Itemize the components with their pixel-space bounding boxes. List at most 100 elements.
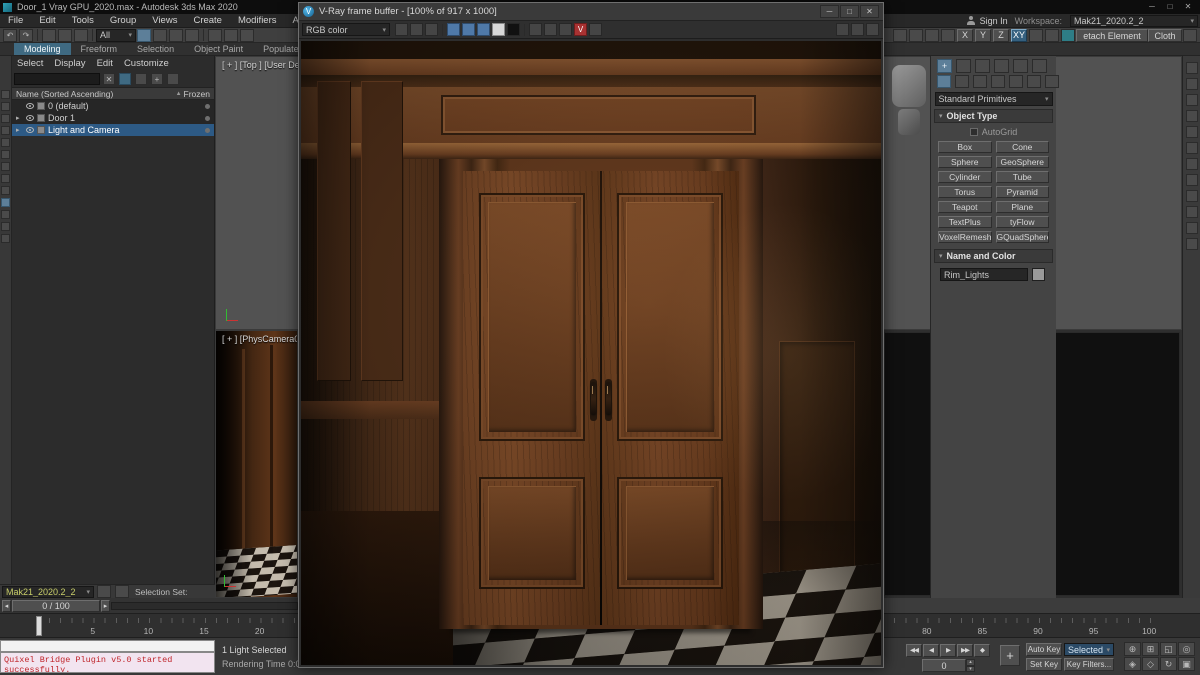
tab-hierarchy-icon[interactable]	[975, 59, 990, 73]
axis-z-button[interactable]: Z	[993, 28, 1009, 42]
unlink-icon[interactable]	[58, 28, 72, 42]
category-helpers-icon[interactable]	[1009, 75, 1023, 88]
select-object-icon[interactable]	[137, 28, 151, 42]
current-frame-marker[interactable]	[36, 616, 42, 636]
toolbar-icon[interactable]	[1185, 206, 1198, 218]
zoom-extents-icon[interactable]: ◱	[1160, 642, 1177, 656]
menu-item[interactable]: Group	[102, 15, 144, 26]
vray-render-last-icon[interactable]: V	[574, 23, 587, 36]
time-slider-handle[interactable]: 0 / 100	[12, 599, 100, 612]
render-production-icon[interactable]	[1061, 28, 1075, 42]
zoom-region-icon[interactable]: ◈	[1124, 657, 1141, 671]
vfb-compare-icon[interactable]	[544, 23, 557, 36]
sign-in-link[interactable]: Sign In	[980, 16, 1008, 26]
rollout-name-and-color[interactable]: ▾ Name and Color	[934, 249, 1053, 263]
category-systems-icon[interactable]	[1045, 75, 1059, 88]
vfb-blue-channel-icon[interactable]	[477, 23, 490, 36]
maximize-viewport-icon[interactable]: ▣	[1178, 657, 1195, 671]
toolbar-icon[interactable]	[1185, 158, 1198, 170]
mirror-icon[interactable]	[893, 28, 907, 42]
toolbar-icon[interactable]	[1185, 94, 1198, 106]
primitive-button[interactable]: Tube	[995, 171, 1049, 183]
vfb-history-icon[interactable]	[836, 23, 849, 36]
minimize-icon[interactable]: ─	[820, 5, 839, 18]
primitive-button[interactable]: Box	[938, 141, 992, 153]
primitive-button[interactable]: Pyramid	[995, 186, 1049, 198]
primitive-button[interactable]: Teapot	[938, 201, 992, 213]
primitive-button[interactable]: GeoSphere	[995, 156, 1049, 168]
go-to-end-button[interactable]: ▶▶	[957, 644, 973, 657]
toolbar-icon[interactable]	[1, 198, 10, 207]
primitive-button[interactable]: TextPlus	[938, 216, 992, 228]
align-icon[interactable]	[909, 28, 923, 42]
toolbar-icon[interactable]	[1185, 238, 1198, 250]
vfb-alpha-channel-icon[interactable]	[492, 23, 505, 36]
primitive-button[interactable]: Cone	[995, 141, 1049, 153]
vfb-settings-icon[interactable]	[866, 23, 879, 36]
window-crossing-icon[interactable]	[185, 28, 199, 42]
scene-explorer-row[interactable]: ▸ Door 1	[12, 112, 214, 124]
scene-explorer-row-selected[interactable]: ▸ Light and Camera	[12, 124, 214, 136]
primitive-button[interactable]: tyFlow	[995, 216, 1049, 228]
toolbar-icon[interactable]	[1, 138, 10, 147]
frozen-column-header[interactable]: Frozen	[184, 89, 210, 99]
vfb-clear-image-icon[interactable]	[425, 23, 438, 36]
primitive-button[interactable]: GQuadSphere	[995, 231, 1049, 243]
toolbar-icon[interactable]	[1185, 78, 1198, 90]
primitive-button[interactable]: VoxelRemesh	[938, 231, 992, 243]
maxscript-listener-output[interactable]: Quixel Bridge Plugin v5.0 started succes…	[0, 652, 215, 673]
scene-explorer-menu-item[interactable]: Display	[54, 58, 85, 69]
tab-create-icon[interactable]: +	[937, 59, 952, 73]
named-selection-combo[interactable]: Mak21_2020.2_2 ▾	[2, 585, 94, 598]
menu-item[interactable]: File	[0, 15, 31, 26]
toolbar-icon[interactable]	[1, 222, 10, 231]
tab-modify-icon[interactable]	[956, 59, 971, 73]
autogrid-checkbox[interactable]	[969, 128, 978, 136]
select-scale-icon[interactable]	[240, 28, 254, 42]
select-link-icon[interactable]	[42, 28, 56, 42]
toolbar-icon[interactable]	[1, 90, 10, 99]
maxscript-mini-listener[interactable]	[0, 640, 215, 652]
redo-icon[interactable]: ↷	[19, 28, 33, 42]
vfb-red-channel-icon[interactable]	[447, 23, 460, 36]
tab-freeform[interactable]: Freeform	[71, 43, 128, 55]
tab-display-icon[interactable]	[1013, 59, 1028, 73]
object-color-swatch[interactable]	[1032, 268, 1045, 281]
frozen-dot-icon[interactable]	[205, 103, 210, 109]
vfb-green-channel-icon[interactable]	[462, 23, 475, 36]
field-of-view-icon[interactable]: ◎	[1178, 642, 1195, 656]
vfb-load-image-icon[interactable]	[410, 23, 423, 36]
rollout-object-type[interactable]: ▾ Object Type	[934, 109, 1053, 123]
clear-search-icon[interactable]: ✕	[103, 73, 115, 85]
viewport-camera-label[interactable]: [ + ] [PhysCamera001]	[222, 334, 297, 344]
pan-icon[interactable]: ◇	[1142, 657, 1159, 671]
key-mode-button[interactable]: ◆	[974, 644, 990, 657]
workspace-dropdown[interactable]: Mak21_2020.2_2 ▾	[1070, 14, 1198, 27]
edit-named-selections-icon[interactable]	[97, 585, 111, 598]
vfb-track-mouse-icon[interactable]	[851, 23, 864, 36]
toolbar-icon[interactable]	[1185, 62, 1198, 74]
tab-utilities-icon[interactable]	[1032, 59, 1047, 73]
primitive-button[interactable]: Torus	[938, 186, 992, 198]
category-lights-icon[interactable]	[973, 75, 987, 88]
vfb-channel-dropdown[interactable]: RGB color ▾	[302, 23, 390, 36]
time-slider-track[interactable]	[111, 601, 298, 610]
tab-selection[interactable]: Selection	[127, 43, 184, 55]
visibility-eye-icon[interactable]	[26, 115, 34, 121]
isolate-icon[interactable]	[115, 585, 129, 598]
menu-item[interactable]: Edit	[31, 15, 63, 26]
axis-xy-button[interactable]: XY	[1011, 28, 1027, 42]
axis-x-button[interactable]: X	[957, 28, 973, 42]
auto-key-button[interactable]: Auto Key	[1026, 643, 1062, 656]
undo-icon[interactable]: ↶	[3, 28, 17, 42]
cloth-button[interactable]: Cloth	[1148, 28, 1182, 42]
pick-parent-icon[interactable]	[135, 73, 147, 85]
zoom-all-icon[interactable]: ⊞	[1142, 642, 1159, 656]
vfb-duplicate-icon[interactable]	[529, 23, 542, 36]
layer-manager-icon[interactable]	[925, 28, 939, 42]
object-name-field[interactable]: Rim_Lights	[940, 268, 1028, 281]
toolbar-icon[interactable]	[1185, 174, 1198, 186]
set-keys-button[interactable]: +	[1000, 645, 1020, 666]
category-spacewarps-icon[interactable]	[1027, 75, 1041, 88]
toolbar-icon[interactable]	[1185, 190, 1198, 202]
